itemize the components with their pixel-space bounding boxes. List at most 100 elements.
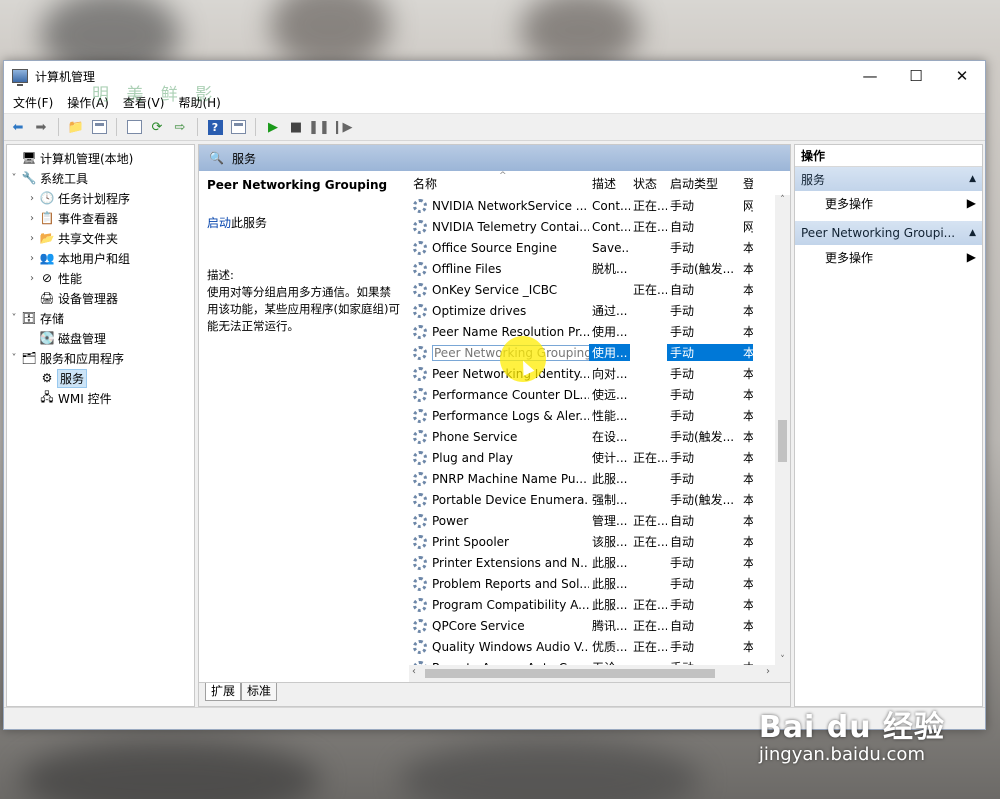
service-gear-icon bbox=[413, 429, 427, 444]
start-service-link[interactable]: 启动 bbox=[207, 216, 231, 230]
table-row[interactable]: Offline Files 脱机... 手动(触发... 本 bbox=[409, 258, 775, 279]
tree-item-local-users[interactable]: › 👥 本地用户和组 bbox=[7, 248, 194, 268]
collapse-chevron-icon[interactable]: ˅ bbox=[7, 353, 21, 364]
cell-name: Peer Name Resolution Pr... bbox=[409, 324, 589, 339]
horizontal-scrollbar[interactable]: ‹ › bbox=[409, 665, 790, 682]
more-actions-service[interactable]: 更多操作 ▶ bbox=[795, 245, 982, 269]
table-row[interactable]: Peer Networking Grouping 使用... 手动本 bbox=[409, 342, 775, 363]
collapse-triangle-icon[interactable]: ▲ bbox=[969, 174, 976, 184]
cell-logon: 本 bbox=[741, 344, 753, 361]
horizontal-scroll-thumb[interactable] bbox=[425, 669, 715, 678]
cell-startup-type: 手动 bbox=[670, 199, 695, 213]
export-list-icon[interactable]: ⇨ bbox=[170, 117, 190, 137]
scroll-down-icon[interactable]: ˅ bbox=[775, 655, 790, 665]
action-pane-icon[interactable] bbox=[228, 117, 248, 137]
collapse-chevron-icon[interactable]: ˅ bbox=[7, 313, 21, 324]
tab-extended[interactable]: 扩展 bbox=[205, 683, 242, 701]
table-row[interactable]: Problem Reports and Sol... 此服... 手动 本 bbox=[409, 573, 775, 594]
pause-service-icon[interactable]: ❚❚ bbox=[308, 117, 330, 137]
cell-name: QPCore Service bbox=[409, 618, 589, 633]
up-folder-icon[interactable]: 📁 bbox=[66, 117, 86, 137]
service-gear-icon bbox=[413, 513, 427, 528]
table-row[interactable]: Peer Name Resolution Pr... 使用... 手动 本 bbox=[409, 321, 775, 342]
actions-section-selected-service[interactable]: Peer Networking Groupi... ▲ bbox=[795, 221, 982, 245]
collapse-triangle-icon[interactable]: ▲ bbox=[969, 228, 976, 238]
close-button[interactable]: ✕ bbox=[939, 61, 985, 91]
tree-item-task-scheduler[interactable]: › 🕓 任务计划程序 bbox=[7, 188, 194, 208]
cell-startup-type: 手动 bbox=[670, 241, 695, 255]
scroll-up-icon[interactable]: ˄ bbox=[775, 195, 790, 205]
tree-item-disk-management[interactable]: 💽 磁盘管理 bbox=[7, 328, 194, 348]
tree-item-system-tools[interactable]: ˅ 🔧 系统工具 bbox=[7, 168, 194, 188]
expand-chevron-icon[interactable]: › bbox=[25, 273, 39, 284]
expand-chevron-icon[interactable]: › bbox=[25, 253, 39, 264]
tree-item-event-viewer[interactable]: › 📋 事件查看器 bbox=[7, 208, 194, 228]
services-apps-icon: 🗂 bbox=[21, 351, 37, 365]
table-row[interactable]: Power 管理... 正在... 自动 本 bbox=[409, 510, 775, 531]
cell-logon: 本 bbox=[743, 451, 753, 465]
column-header-logon[interactable]: 登 bbox=[741, 175, 753, 192]
toolbar-separator bbox=[58, 118, 59, 136]
actions-section-services[interactable]: 服务 ▲ bbox=[795, 167, 982, 191]
table-row[interactable]: Phone Service 在设... 手动(触发... 本 bbox=[409, 426, 775, 447]
tree-item-wmi[interactable]: 🖧 WMI 控件 bbox=[7, 388, 194, 408]
service-name: PNRP Machine Name Pu... bbox=[432, 471, 587, 486]
vertical-scrollbar[interactable]: ˄ ˅ bbox=[775, 195, 790, 665]
column-header-status[interactable]: 状态 bbox=[630, 175, 667, 192]
table-row[interactable]: Quality Windows Audio V... 优质... 正在... 手动 本 bbox=[409, 636, 775, 657]
minimize-button[interactable]: — bbox=[847, 61, 893, 91]
scroll-right-icon[interactable]: › bbox=[766, 666, 770, 677]
expand-chevron-icon[interactable]: › bbox=[25, 193, 39, 204]
show-hide-tree-icon[interactable] bbox=[89, 117, 109, 137]
cell-logon: 网 bbox=[743, 199, 753, 213]
properties-icon[interactable] bbox=[124, 117, 144, 137]
back-arrow-icon[interactable]: ⬅ bbox=[8, 117, 28, 137]
table-row[interactable]: PNRP Machine Name Pu... 此服... 手动 本 bbox=[409, 468, 775, 489]
tree-item-shared-folders[interactable]: › 📂 共享文件夹 bbox=[7, 228, 194, 248]
table-row[interactable]: Plug and Play 使计... 正在... 手动 本 bbox=[409, 447, 775, 468]
start-service-icon[interactable]: ▶ bbox=[263, 117, 283, 137]
table-row[interactable]: Peer Networking Identity... 向对... 手动 本 bbox=[409, 363, 775, 384]
table-row[interactable]: Print Spooler 该服... 正在... 自动 本 bbox=[409, 531, 775, 552]
table-row[interactable]: Printer Extensions and N... 此服... 手动 本 bbox=[409, 552, 775, 573]
help-icon[interactable]: ? bbox=[205, 117, 225, 137]
table-row[interactable]: Program Compatibility A... 此服... 正在... 手动 本 bbox=[409, 594, 775, 615]
scroll-left-icon[interactable]: ‹ bbox=[412, 666, 416, 677]
table-row[interactable]: Optimize drives 通过... 手动 本 bbox=[409, 300, 775, 321]
menu-file[interactable]: 文件(F) bbox=[6, 94, 60, 111]
table-row[interactable]: Portable Device Enumera... 强制... 手动(触发... 本 bbox=[409, 489, 775, 510]
tree-item-services-apps[interactable]: ˅ 🗂 服务和应用程序 bbox=[7, 348, 194, 368]
tree-item-storage[interactable]: ˅ 🗄 存储 bbox=[7, 308, 194, 328]
tree-item-device-manager[interactable]: 🖨 设备管理器 bbox=[7, 288, 194, 308]
refresh-icon[interactable]: ⟳ bbox=[147, 117, 167, 137]
collapse-chevron-icon[interactable]: ˅ bbox=[7, 173, 21, 184]
tree-item-root[interactable]: 🖥 计算机管理(本地) bbox=[7, 148, 194, 168]
restart-service-icon[interactable]: ❙▶ bbox=[332, 117, 353, 137]
tab-standard[interactable]: 标准 bbox=[241, 683, 278, 701]
tree-item-performance[interactable]: › ⊘ 性能 bbox=[7, 268, 194, 288]
table-row[interactable]: Office Source Engine Save... 手动 本 bbox=[409, 237, 775, 258]
more-actions-services[interactable]: 更多操作 ▶ bbox=[795, 191, 982, 215]
expand-chevron-icon[interactable]: › bbox=[25, 233, 39, 244]
table-row[interactable]: NVIDIA Telemetry Contai... Cont... 正在... 自动… bbox=[409, 216, 775, 237]
table-row[interactable]: Performance Logs & Aler... 性能... 手动 本 bbox=[409, 405, 775, 426]
column-header-description[interactable]: 描述 bbox=[589, 175, 630, 192]
vertical-scroll-thumb[interactable] bbox=[778, 420, 787, 462]
expand-chevron-icon[interactable]: › bbox=[25, 213, 39, 224]
table-row[interactable]: NVIDIA NetworkService ... Cont... 正在... 手动 网 bbox=[409, 195, 775, 216]
service-name: Performance Logs & Aler... bbox=[432, 408, 589, 423]
cell-description: 此服... bbox=[592, 556, 628, 570]
stop-service-icon[interactable]: ■ bbox=[286, 117, 306, 137]
forward-arrow-icon[interactable]: ➡ bbox=[31, 117, 51, 137]
table-row[interactable]: Remote Access Auto C...无论...手动本 bbox=[409, 657, 775, 665]
services-header: 🔍 服务 bbox=[199, 145, 790, 171]
table-row[interactable]: OnKey Service _ICBC 正在... 自动 本 bbox=[409, 279, 775, 300]
cell-logon: 本 bbox=[743, 535, 753, 549]
column-header-startup-type[interactable]: 启动类型 bbox=[667, 175, 741, 192]
cell-description: 在设... bbox=[592, 430, 628, 444]
computer-management-icon bbox=[12, 69, 28, 86]
table-row[interactable]: QPCore Service 腾讯... 正在... 自动 本 bbox=[409, 615, 775, 636]
maximize-button[interactable]: ☐ bbox=[893, 61, 939, 91]
table-row[interactable]: Performance Counter DL... 使远... 手动 本 bbox=[409, 384, 775, 405]
tree-item-services[interactable]: ⚙ 服务 bbox=[7, 368, 194, 388]
